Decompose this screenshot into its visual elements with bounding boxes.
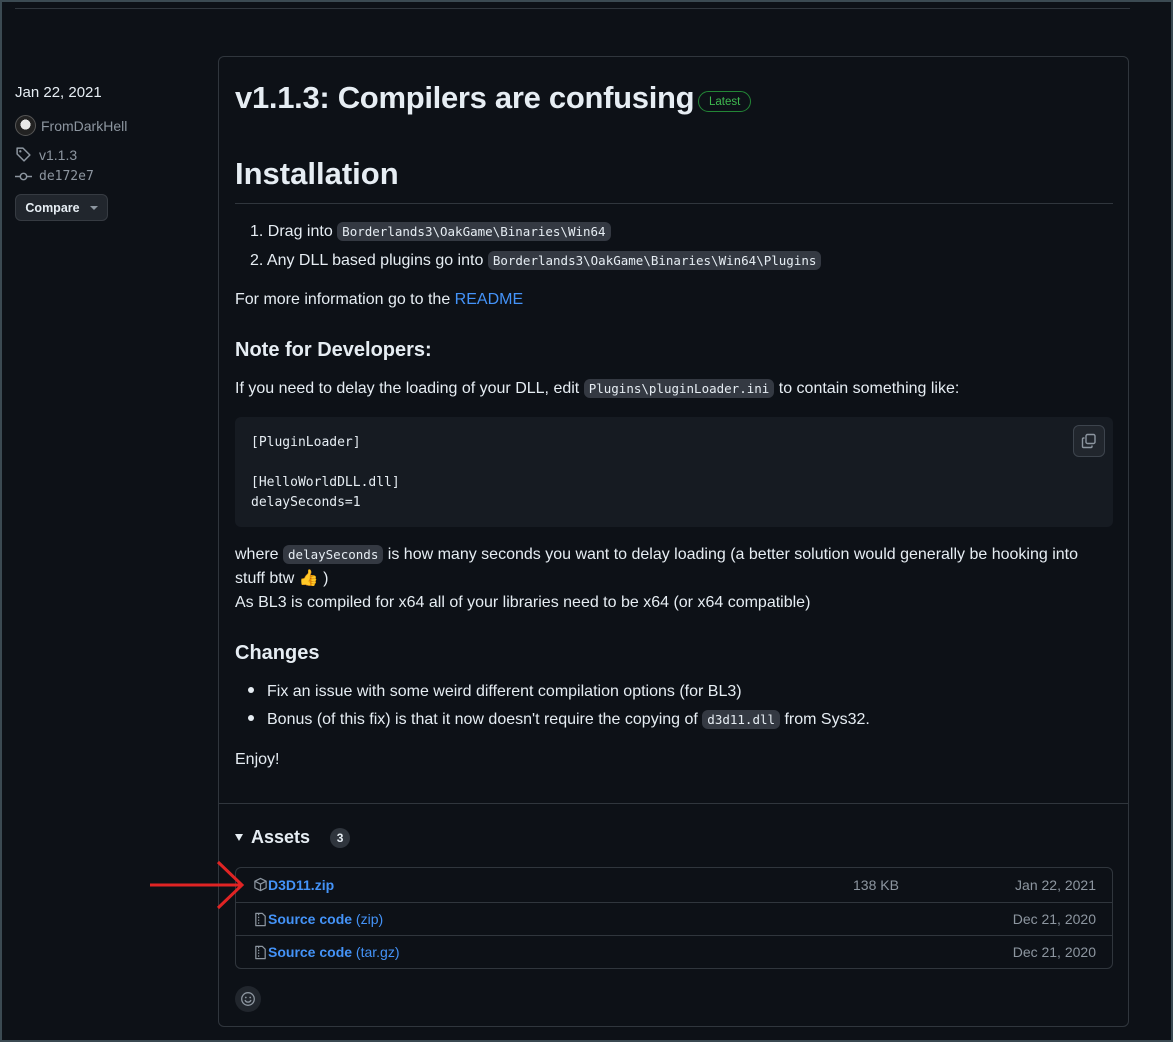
compare-button[interactable]: Compare xyxy=(15,194,108,221)
commit-hash[interactable]: de172e7 xyxy=(39,169,94,184)
bullet xyxy=(248,714,254,721)
installation-heading: Installation xyxy=(235,156,399,191)
author-name[interactable]: FromDarkHell xyxy=(41,118,127,134)
compare-label: Compare xyxy=(25,200,80,215)
developers-heading: Note for Developers: xyxy=(235,339,432,361)
asset-date: Dec 21, 2020 xyxy=(1012,944,1096,960)
asset-date: Dec 21, 2020 xyxy=(1012,911,1096,927)
asset-date: Jan 22, 2021 xyxy=(1015,876,1096,893)
smiley-icon xyxy=(241,992,255,1006)
step-text: Any DLL based plugins go into xyxy=(266,252,484,269)
asset-format[interactable]: (tar.gz) xyxy=(356,944,400,960)
copy-button[interactable] xyxy=(1073,425,1105,457)
release-date: Jan 22, 2021 xyxy=(15,84,102,101)
assets-toggle[interactable]: Assets 3 xyxy=(235,827,351,848)
change-item-1: Fix an issue with some weird different c… xyxy=(248,680,742,704)
install-step-1: 1. Drag into Borderlands3\OakGame\Binari… xyxy=(250,220,611,244)
change-suffix: from Sys32. xyxy=(784,711,870,728)
file-zip-icon xyxy=(255,912,266,926)
code-block-content: [PluginLoader] [HelloWorldDLL.dll] delay… xyxy=(251,435,400,510)
file-zip-icon xyxy=(255,945,266,959)
asset-row: D3D11.zip 138 KB Jan 22, 2021 xyxy=(236,868,1112,901)
commit-link[interactable]: de172e7 xyxy=(15,168,94,185)
delay-paragraph: where delaySeconds is how many seconds y… xyxy=(235,543,1113,615)
chevron-down-icon xyxy=(89,205,98,210)
where-text: where xyxy=(235,546,279,563)
add-reaction-button[interactable] xyxy=(235,986,261,1012)
release-title[interactable]: v1.1.3: Compilers are confusing xyxy=(235,80,695,116)
top-divider xyxy=(15,8,1130,9)
bl3-line: As BL3 is compiled for x64 all of your l… xyxy=(235,594,811,611)
assets-heading: Assets xyxy=(251,827,311,847)
asset-link[interactable]: Source code (zip) xyxy=(268,911,383,927)
dll-code: d3d11.dll xyxy=(702,710,781,729)
readme-link[interactable]: README xyxy=(455,291,523,308)
asset-row: Source code (zip) Dec 21, 2020 xyxy=(236,902,1112,935)
latest-badge: Latest xyxy=(698,91,752,112)
copy-icon xyxy=(1081,433,1096,449)
bullet xyxy=(248,686,254,693)
package-icon xyxy=(254,877,267,892)
avatar xyxy=(15,115,36,136)
release-author[interactable]: FromDarkHell xyxy=(15,115,127,136)
tag-link[interactable]: v1.1.3 xyxy=(15,146,77,163)
enjoy-text: Enjoy! xyxy=(235,751,280,768)
asset-link[interactable]: D3D11.zip xyxy=(268,877,334,893)
change-text: Fix an issue with some weird different c… xyxy=(267,683,742,700)
tag-label[interactable]: v1.1.3 xyxy=(39,147,77,163)
asset-size: 138 KB xyxy=(853,876,899,893)
install-step-2: 2. Any DLL based plugins go into Borderl… xyxy=(250,249,822,273)
where-line-1: is how many seconds you want to delay lo… xyxy=(387,546,1078,563)
assets-list: D3D11.zip 138 KB Jan 22, 2021 Source cod… xyxy=(235,867,1113,969)
step-text: Drag into xyxy=(267,223,333,240)
dev-text-suffix: to contain something like: xyxy=(778,380,960,397)
commit-icon xyxy=(15,172,32,181)
annotation-arrow-icon xyxy=(150,860,245,910)
asset-name[interactable]: Source code xyxy=(268,944,352,960)
tag-icon xyxy=(16,147,31,162)
step-number: 1. xyxy=(250,223,264,240)
asset-format[interactable]: (zip) xyxy=(356,911,383,927)
changes-heading: Changes xyxy=(235,642,320,664)
change-item-2: Bonus (of this fix) is that it now doesn… xyxy=(248,708,870,732)
change-text: Bonus (of this fix) is that it now doesn… xyxy=(267,711,698,728)
asset-name[interactable]: Source code xyxy=(268,911,352,927)
code-block: [PluginLoader] [HelloWorldDLL.dll] delay… xyxy=(235,417,1113,527)
assets-divider xyxy=(219,803,1128,804)
ini-path-code: Plugins\pluginLoader.ini xyxy=(583,379,775,398)
asset-link[interactable]: Source code (tar.gz) xyxy=(268,944,400,960)
triangle-down-icon xyxy=(235,834,243,841)
heading-divider xyxy=(235,203,1113,204)
more-info-text: For more information go to the xyxy=(235,291,451,308)
step-number: 2. xyxy=(250,252,264,269)
delay-seconds-code: delaySeconds xyxy=(283,545,384,564)
asset-name[interactable]: D3D11.zip xyxy=(268,877,334,893)
asset-row: Source code (tar.gz) Dec 21, 2020 xyxy=(236,935,1112,968)
developers-paragraph: If you need to delay the loading of your… xyxy=(235,377,959,401)
step-path-code: Borderlands3\OakGame\Binaries\Win64 xyxy=(337,222,611,241)
more-info-paragraph: For more information go to the README xyxy=(235,288,523,312)
dev-text: If you need to delay the loading of your… xyxy=(235,380,580,397)
step-path-code: Borderlands3\OakGame\Binaries\Win64\Plug… xyxy=(487,251,822,270)
assets-count-badge: 3 xyxy=(330,827,351,848)
where-line-2: stuff btw 👍 ) xyxy=(235,570,329,587)
